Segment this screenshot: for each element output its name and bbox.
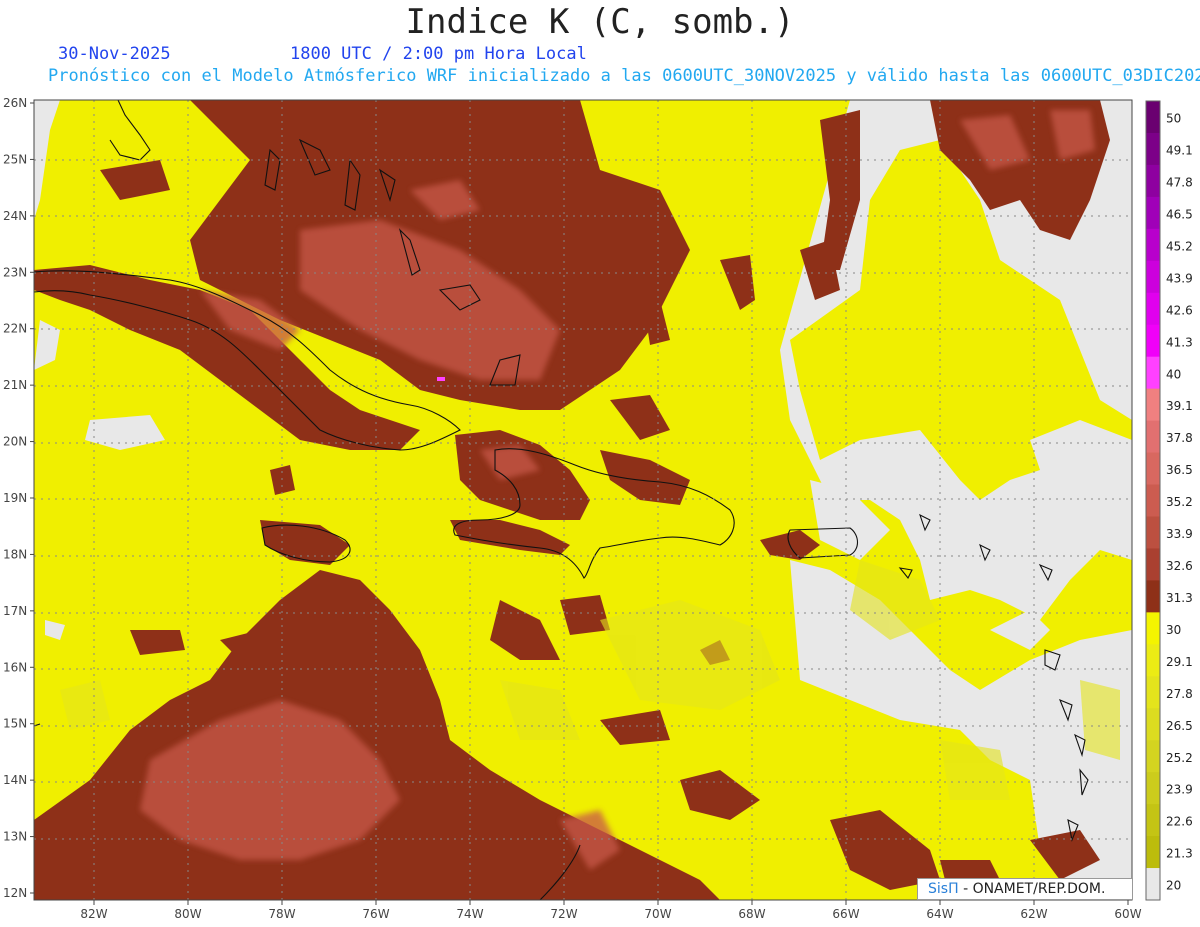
map-field [34,100,1132,900]
colorbar-label: 23.9 [1166,783,1193,797]
colorbar-swatch [1146,132,1160,166]
lat-label: 14N [3,773,27,787]
max-value-spot [437,377,445,381]
colorbar-label: 37.8 [1166,431,1193,445]
colorbar-swatch [1146,388,1160,422]
colorbar-swatch [1146,196,1160,230]
colorbar-swatch [1146,772,1160,805]
colorbar-swatch [1146,708,1160,741]
longitude-axis: 82W 80W 78W 76W 74W 72W 70W 68W 66W 64W 62W 60W [80,900,1142,921]
colorbar-swatch [1146,644,1160,677]
lon-label: 74W [456,907,483,921]
credit-text: - ONAMET/REP.DOM. [963,881,1106,897]
colorbar-swatch [1146,740,1160,773]
lat-label: 20N [3,435,27,449]
lon-label: 66W [832,907,859,921]
colorbar-label: 31.3 [1166,591,1193,605]
colorbar-label: 49.1 [1166,144,1193,158]
colorbar-label: 26.5 [1166,719,1193,733]
colorbar-label: 42.6 [1166,303,1193,317]
colorbar-swatch [1146,420,1160,454]
lon-label: 60W [1114,907,1141,921]
colorbar-swatch [1146,164,1160,198]
colorbar-label: 36.5 [1166,463,1193,477]
colorbar-label: 32.6 [1166,559,1193,573]
colorbar-label: 29.1 [1166,655,1193,669]
lon-label: 76W [362,907,389,921]
colorbar-label: 33.9 [1166,527,1193,541]
colorbar-swatch [1146,356,1160,390]
colorbar-swatch [1146,548,1160,581]
colorbar-swatch [1146,260,1160,294]
colorbar-label: 46.5 [1166,207,1193,221]
lon-label: 72W [550,907,577,921]
sispi-logo: SisΠ [928,881,959,897]
colorbar-label: 43.9 [1166,271,1193,285]
colorbar: 50 49.1 47.8 46.5 45.2 43.9 42.6 41.3 40 39.1 37.8… [1145,100,1193,901]
colorbar-swatch [1146,484,1160,517]
colorbar-label: 22.6 [1166,815,1193,829]
lon-label: 64W [926,907,953,921]
colorbar-label: 47.8 [1166,175,1193,189]
lat-label: 24N [3,209,27,223]
lat-label: 26N [3,96,27,110]
colorbar-swatch [1146,452,1160,486]
colorbar-label: 41.3 [1166,335,1193,349]
colorbar-swatch [1146,580,1160,613]
lon-label: 62W [1020,907,1047,921]
colorbar-swatch [1146,836,1160,869]
lon-label: 78W [268,907,295,921]
lon-label: 82W [80,907,107,921]
colorbar-label: 35.2 [1166,495,1193,509]
colorbar-label: 50 [1166,112,1181,126]
colorbar-swatch [1146,612,1160,645]
colorbar-label: 45.2 [1166,239,1193,253]
latitude-axis: 26N 25N 24N 23N 22N 21N 20N 19N 18N 17N 16N 15N 14N 1… [3,96,34,900]
lat-label: 21N [3,378,27,392]
lat-label: 25N [3,152,27,166]
lon-label: 70W [644,907,671,921]
colorbar-label: 21.3 [1166,847,1193,861]
colorbar-label: 30 [1166,623,1181,637]
lat-label: 23N [3,265,27,279]
colorbar-swatch [1146,676,1160,709]
k-index-map: 26N 25N 24N 23N 22N 21N 20N 19N 18N 17N 16N 15N 14N 1… [3,96,1193,921]
lat-label: 19N [3,491,27,505]
colorbar-swatch [1146,228,1160,262]
colorbar-label: 25.2 [1166,751,1193,765]
colorbar-swatch [1146,804,1160,837]
colorbar-swatch [1146,101,1160,134]
colorbar-label: 39.1 [1166,399,1193,413]
colorbar-label: 27.8 [1166,687,1193,701]
colorbar-swatch [1146,516,1160,549]
lat-label: 15N [3,717,27,731]
credit-badge: SisΠ - ONAMET/REP.DOM. [917,878,1133,900]
colorbar-swatch [1146,868,1160,901]
lat-label: 22N [3,322,27,336]
lon-label: 80W [174,907,201,921]
colorbar-label: 20 [1166,879,1181,893]
lat-label: 18N [3,547,27,561]
lon-label: 68W [738,907,765,921]
lat-label: 16N [3,660,27,674]
lat-label: 17N [3,604,27,618]
colorbar-swatch [1146,292,1160,326]
colorbar-label: 40 [1166,367,1181,381]
lat-label: 12N [3,886,27,900]
lat-label: 13N [3,830,27,844]
colorbar-swatch [1146,324,1160,358]
